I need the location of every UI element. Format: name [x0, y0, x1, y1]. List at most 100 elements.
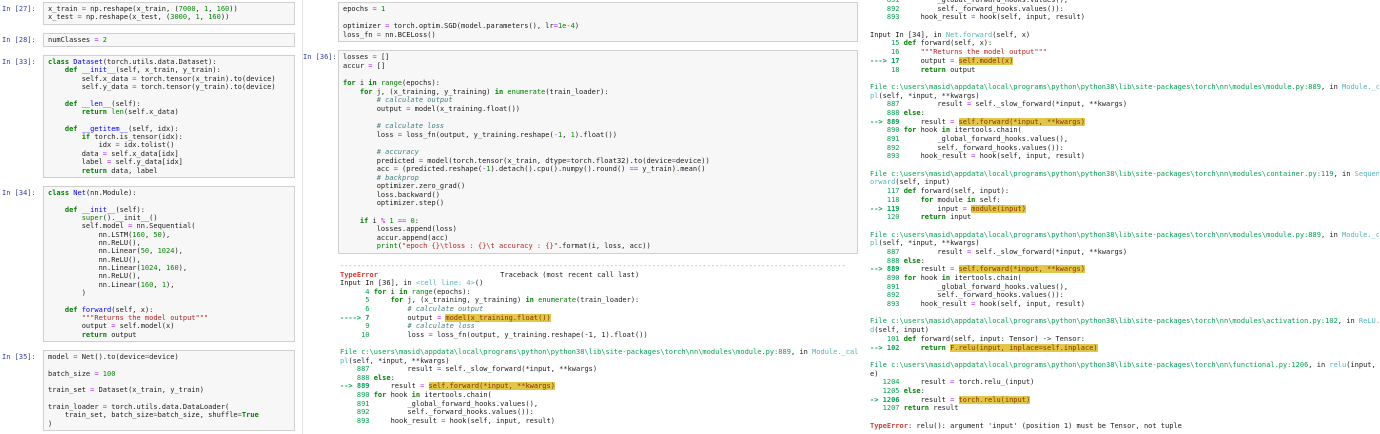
code-token: orward — [870, 178, 896, 187]
code-token: data, label — [111, 166, 158, 175]
code-line: self.x_data = torch.tensor(x_train).to(d… — [48, 75, 290, 83]
code-token: in — [399, 287, 412, 296]
code-token: File c:\users\masid\appdata\local\progra… — [870, 317, 1338, 326]
code-token: : — [920, 386, 925, 395]
code-line: 5 for j, (x_training, y_training) in enu… — [340, 296, 858, 305]
code-token: ), — [166, 280, 175, 289]
code-token: def — [903, 39, 921, 48]
code-line: return output — [48, 331, 290, 339]
code-line: def forward(self, x): — [48, 306, 290, 314]
code-token: if — [359, 216, 373, 225]
code-input[interactable]: model = Net().to(device=device) batch_siz… — [43, 350, 295, 432]
code-token: 893 — [340, 416, 374, 425]
code-token: (input, inplac — [1346, 360, 1376, 369]
code-token: (self, x) — [992, 30, 1031, 39]
code-token: (self, *input, **kwargs) — [878, 239, 980, 248]
code-token: : — [390, 373, 395, 382]
code-line: --> 102 return F.relu(input, inplace=sel… — [870, 343, 1379, 353]
code-token: enumerate — [538, 296, 577, 305]
code-token: hook — [920, 126, 942, 135]
code-token: hook — [390, 390, 412, 399]
code-token: in — [941, 274, 955, 282]
notebook-column-1: In [27]: x_train = np.reshape(x_train, (7… — [0, 0, 303, 434]
code-token: --> 119 — [870, 204, 904, 213]
code-token: x_train — [48, 5, 82, 13]
code-token: = — [962, 204, 972, 213]
code-input[interactable]: class Net(nn.Module): def __init__(self)… — [43, 185, 295, 343]
code-token: 890 — [870, 274, 904, 282]
code-token: in — [525, 296, 539, 305]
code-token: (train_loader): — [576, 296, 640, 305]
code-line: 892 self._forward_hooks.values()): — [340, 408, 858, 417]
code-line: e) — [870, 370, 1379, 379]
code-token: 160 — [166, 263, 179, 272]
code-line: def __getitem__(self, idx): — [48, 125, 290, 133]
code-line: return len(self.x_data) — [48, 108, 290, 116]
code-token: 120 — [870, 213, 904, 222]
code-token: hook_result — [903, 13, 972, 22]
code-token: (epochs): — [402, 79, 440, 88]
code-input[interactable]: epochs = 1 optimizer = torch.optim.SGD(mo… — [338, 2, 858, 43]
code-line: 893 hook_result = hook(self, input, resu… — [870, 300, 1379, 309]
code-input[interactable]: class Dataset(torch.utils.data.Dataset):… — [43, 55, 295, 178]
code-line: 4 for i in range(epochs): — [340, 288, 858, 297]
code-token: e) — [870, 369, 879, 378]
code-token: 1205 — [870, 386, 904, 395]
code-line: losses.append(loss) — [343, 225, 853, 234]
code-cell: In [28]: numClasses = 2 — [2, 32, 295, 48]
code-token: File c:\users\masid\appdata\local\progra… — [340, 347, 791, 356]
code-token: = — [73, 353, 82, 362]
code-line: acc = (predicted.reshape(-1).detach().cp… — [343, 165, 853, 174]
code-token: (self, idx): — [128, 124, 179, 133]
code-line: data = self.x_data[idx] — [48, 150, 290, 158]
code-token: , — [199, 13, 209, 22]
code-token: 100 — [102, 369, 116, 378]
code-line: for j, (x_training, y_training) in enume… — [343, 88, 853, 97]
code-line: x_test = np.reshape(x_test, (3000, 1, 16… — [48, 13, 290, 21]
code-token: , in — [1333, 169, 1355, 178]
code-token: _global_forward_hooks.values(), — [903, 135, 1069, 143]
code-token: hook(self, input, result) — [979, 13, 1085, 22]
code-token: 892 — [870, 291, 904, 300]
code-input[interactable]: numClasses = 2 — [43, 32, 295, 48]
code-token: = — [115, 141, 124, 150]
code-token: output — [343, 104, 407, 113]
code-token: # calculate loss — [376, 122, 445, 131]
code-token: self.x_data[idx] — [111, 149, 179, 158]
code-token: result — [903, 247, 967, 256]
code-token: 892 — [340, 408, 374, 417]
code-input[interactable]: x_train = np.reshape(x_train, (7000, 1, … — [43, 2, 295, 25]
code-input[interactable]: losses = [] accur = [] for i in range(epoc… — [338, 50, 858, 255]
code-line: train_loader = torch.utils.data.DataLoad… — [48, 403, 290, 411]
code-token: itertools.chain( — [954, 126, 1022, 135]
code-token: self._slow_forward(*input, **kwargs) — [975, 247, 1128, 256]
code-line: File c:\users\masid\appdata\local\progra… — [340, 348, 858, 357]
code-line: model = Net().to(device=device) — [48, 353, 290, 361]
code-line: 888 else: — [340, 374, 858, 383]
code-token: return — [81, 166, 112, 175]
code-line: predicted = model(torch.tensor(x_train, … — [343, 157, 853, 166]
code-token: = — [102, 149, 112, 158]
code-line: batch_size = 100 — [48, 370, 290, 378]
cell-prompt: In [28]: — [2, 35, 36, 44]
code-token: relu — [1329, 360, 1347, 369]
code-token: output — [48, 322, 112, 331]
code-token: ) — [48, 288, 86, 297]
code-token: self._forward_hooks.values()): — [903, 291, 1064, 300]
code-token: (train_loader): — [545, 87, 609, 96]
code-token: ).detach().cpu().numpy().round() — [490, 165, 630, 174]
code-token: ), — [174, 247, 183, 256]
code-line: # accuracy — [343, 148, 853, 157]
code-token: result — [903, 100, 967, 109]
code-token: else — [903, 256, 921, 265]
code-token: 1024 — [157, 247, 175, 256]
code-token: 891 — [870, 282, 904, 291]
code-line: 888 else: — [870, 257, 1379, 266]
